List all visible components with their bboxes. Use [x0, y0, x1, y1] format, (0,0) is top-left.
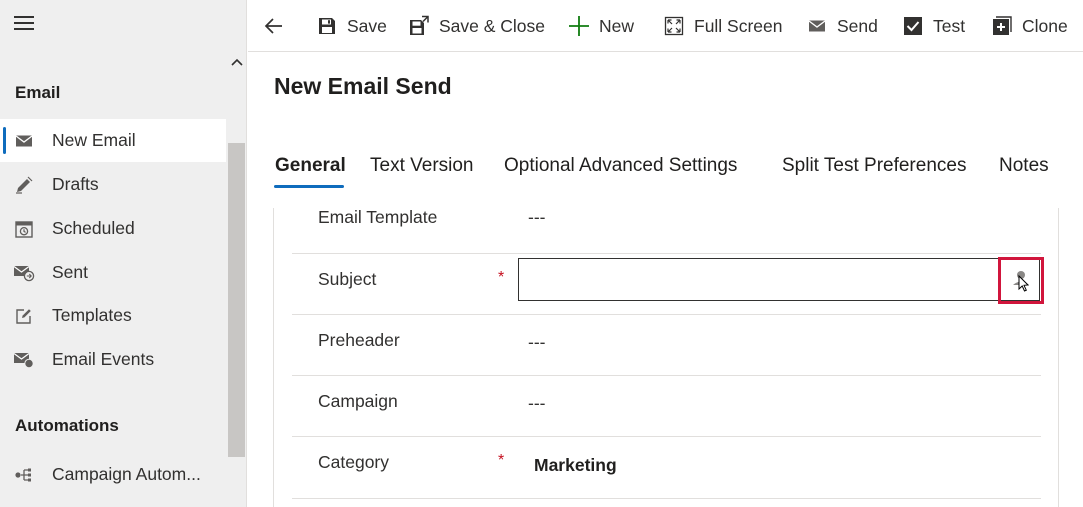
required-marker: *	[498, 452, 505, 469]
automation-flow-icon	[13, 465, 35, 485]
mail-sent-icon	[13, 263, 35, 283]
send-button[interactable]: Send	[806, 0, 878, 52]
tab-optional-advanced-settings[interactable]: Optional Advanced Settings	[504, 155, 737, 177]
email-template-label: Email Template	[318, 207, 438, 227]
back-arrow-icon[interactable]	[262, 14, 286, 38]
clone-button-label: Clone	[1022, 15, 1068, 36]
mail-icon	[13, 131, 35, 151]
tab-notes[interactable]: Notes	[999, 155, 1049, 177]
page-title: New Email Send	[274, 73, 452, 99]
new-button[interactable]: New	[568, 0, 634, 52]
tab-general[interactable]: General	[275, 155, 346, 177]
category-value[interactable]: Marketing	[534, 455, 617, 476]
clone-icon	[991, 15, 1013, 37]
plus-icon	[568, 15, 590, 37]
sidebar-item-label: New Email	[52, 130, 136, 150]
sidebar-item-drafts[interactable]: Drafts	[0, 163, 226, 206]
test-button-label: Test	[933, 15, 966, 36]
send-button-label: Send	[837, 15, 878, 36]
test-button[interactable]: Test	[902, 0, 965, 52]
sidebar-item-label: Templates	[52, 305, 132, 325]
sidebar-item-email-events[interactable]: Email Events	[0, 338, 226, 381]
sidebar-item-scheduled[interactable]: Scheduled	[0, 207, 226, 250]
save-close-icon	[408, 15, 430, 37]
full-screen-button[interactable]: Full Screen	[663, 0, 783, 52]
save-button-label: Save	[347, 15, 387, 36]
preheader-value[interactable]: ---	[528, 332, 545, 353]
edit-icon	[13, 175, 35, 195]
clone-button[interactable]: Clone	[991, 0, 1068, 52]
nav-heading-email: Email	[15, 83, 61, 102]
save-button[interactable]: Save	[316, 0, 387, 52]
sidebar: Email New Email Drafts Scheduled Sent Te…	[0, 0, 247, 507]
template-edit-icon	[13, 306, 35, 326]
save-icon	[316, 15, 338, 37]
new-button-label: New	[599, 15, 635, 36]
checkbox-icon	[902, 15, 924, 37]
calendar-clock-icon	[13, 219, 35, 239]
nav-heading-automations: Automations	[15, 416, 119, 435]
divider	[292, 375, 1041, 376]
hamburger-menu-icon[interactable]	[14, 16, 36, 34]
sidebar-item-sent[interactable]: Sent	[0, 251, 226, 294]
chevron-up-icon[interactable]	[229, 55, 245, 71]
required-marker: *	[498, 269, 505, 286]
subject-input[interactable]	[518, 258, 1040, 301]
sidebar-item-templates[interactable]: Templates	[0, 294, 226, 337]
command-bar: Save Save & Close New Full Screen Send T…	[248, 0, 1083, 52]
save-and-close-label: Save & Close	[439, 15, 546, 36]
divider	[292, 314, 1041, 315]
tab-split-test-preferences[interactable]: Split Test Preferences	[782, 155, 966, 177]
sidebar-scrollbar[interactable]	[228, 143, 245, 457]
sidebar-item-label: Email Events	[52, 349, 155, 369]
subject-label: Subject	[318, 269, 377, 289]
highlight-box	[998, 257, 1044, 304]
sidebar-item-label: Sent	[52, 262, 88, 282]
tab-text-version[interactable]: Text Version	[370, 155, 474, 177]
divider	[292, 253, 1041, 254]
active-tab-indicator	[274, 185, 344, 188]
sidebar-item-label: Scheduled	[52, 218, 135, 238]
campaign-value[interactable]: ---	[528, 393, 545, 414]
sidebar-item-label: Drafts	[52, 174, 99, 194]
campaign-label: Campaign	[318, 391, 398, 411]
send-mail-icon	[806, 15, 828, 37]
fullscreen-icon	[663, 15, 685, 37]
divider	[292, 436, 1041, 437]
sidebar-item-campaign-automations[interactable]: Campaign Autom...	[0, 453, 226, 496]
save-and-close-button[interactable]: Save & Close	[408, 0, 545, 52]
sidebar-item-new-email[interactable]: New Email	[0, 119, 226, 162]
category-label: Category	[318, 452, 390, 472]
preheader-label: Preheader	[318, 330, 400, 350]
full-screen-label: Full Screen	[694, 15, 783, 36]
mail-events-icon	[13, 350, 35, 370]
sidebar-item-label: Campaign Autom...	[52, 464, 201, 484]
email-template-value[interactable]: ---	[528, 207, 545, 228]
divider	[292, 498, 1041, 499]
